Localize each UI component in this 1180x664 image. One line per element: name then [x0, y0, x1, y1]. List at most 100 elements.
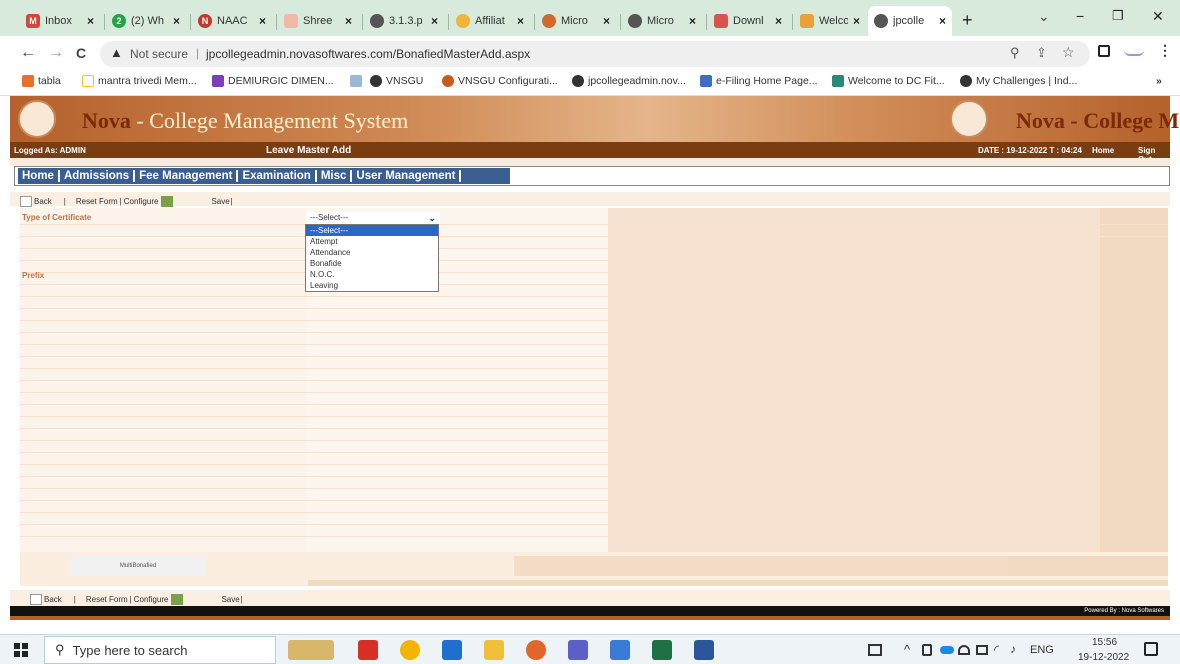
tab-search-chevron-icon[interactable]: ⌄ [1038, 8, 1050, 25]
notification-icon[interactable] [1144, 642, 1158, 656]
tab-close-icon[interactable]: × [431, 14, 438, 28]
option-attempt[interactable]: Attempt [306, 236, 438, 247]
save-button-bottom[interactable]: Save [221, 595, 239, 604]
tray-chevron-icon[interactable]: ^ [904, 642, 910, 657]
home-link[interactable]: Home [1092, 146, 1114, 155]
bookmark-jpcollege[interactable]: jpcollegeadmin.nov... [572, 75, 686, 87]
option-noc[interactable]: N.O.C. [306, 269, 438, 280]
wifi-icon[interactable]: ◜ [994, 642, 999, 658]
tab-micro-2[interactable]: Micro × [622, 6, 702, 36]
star-icon[interactable]: ☆ [1062, 44, 1075, 61]
app-banner: Nova - College Management System Nova - … [10, 96, 1179, 142]
zoom-icon[interactable]: ⚲ [1010, 45, 1020, 61]
close-window-button[interactable]: ✕ [1152, 8, 1164, 25]
file-explorer-icon[interactable] [484, 640, 504, 660]
date-label: DATE : 19-12-2022 T : 04:24 [978, 146, 1082, 155]
tab-inbox[interactable]: M Inbox × [20, 6, 100, 36]
tab-download[interactable]: Downl × [708, 6, 788, 36]
bookmark-challenges[interactable]: My Challenges | Ind... [960, 75, 1077, 87]
profile-icon[interactable] [1124, 46, 1144, 56]
tab-affiliat[interactable]: Affiliat × [450, 6, 530, 36]
clock-date[interactable]: 19-12-2022 [1078, 652, 1129, 663]
back-button[interactable]: Back [34, 197, 52, 206]
minimize-button[interactable]: − [1076, 8, 1084, 24]
acrobat-icon[interactable] [358, 640, 378, 660]
tab-close-icon[interactable]: × [775, 14, 782, 28]
option-select[interactable]: ---Select--- [306, 225, 438, 236]
menu-home[interactable]: Home [18, 170, 60, 182]
tab-micro-1[interactable]: Micro × [536, 6, 616, 36]
menu-misc[interactable]: Misc [317, 170, 353, 182]
reset-form-button-bottom[interactable]: Reset Form [86, 595, 128, 604]
globe-icon [572, 75, 584, 87]
bookmark-vnsgu[interactable]: VNSGU [370, 75, 423, 87]
bookmark-mantra[interactable]: mantra trivedi Mem... [82, 75, 197, 87]
bookmark-demiurgic[interactable]: DEMIURGIC DIMEN... [212, 75, 334, 87]
more-bookmarks-button[interactable]: » [1156, 75, 1162, 87]
tab-close-icon[interactable]: × [345, 14, 352, 28]
menu-admissions[interactable]: Admissions [60, 170, 136, 182]
language-indicator[interactable]: ENG [1030, 644, 1054, 656]
configure-button-bottom[interactable]: Configure [134, 595, 169, 604]
word-icon[interactable] [694, 640, 714, 660]
efiling-icon [700, 75, 712, 87]
option-attendance[interactable]: Attendance [306, 247, 438, 258]
save-button[interactable]: Save [211, 197, 229, 206]
menorah-widget-icon[interactable] [288, 640, 334, 660]
new-tab-button[interactable]: + [962, 10, 973, 31]
excel-icon[interactable] [652, 640, 672, 660]
tab-close-icon[interactable]: × [853, 14, 860, 28]
tab-close-icon[interactable]: × [259, 14, 266, 28]
url-text[interactable]: jpcollegeadmin.novasoftwares.com/Bonafie… [206, 47, 530, 61]
tab-shree[interactable]: Shree × [278, 6, 358, 36]
tab-naac[interactable]: N NAAC × [192, 6, 272, 36]
tab-welcome[interactable]: Welco × [794, 6, 866, 36]
share-icon[interactable]: ⇪ [1036, 45, 1047, 61]
back-button-bottom[interactable]: Back [44, 595, 62, 604]
chrome-icon[interactable] [400, 640, 420, 660]
option-leaving[interactable]: Leaving [306, 280, 438, 291]
back-arrow-icon[interactable]: ← [20, 44, 36, 62]
taskbar-search[interactable]: ⚲ Type here to search [44, 636, 276, 664]
browser-menu-icon[interactable]: ⋮ [1158, 42, 1172, 59]
reading-mode-icon[interactable] [1098, 45, 1110, 57]
college-logo-icon [18, 100, 56, 138]
tab-jpcollege-active[interactable]: jpcolle × [868, 6, 952, 36]
certificate-type-select[interactable]: ---Select--- ⌄ [306, 212, 440, 224]
tab-whatsapp[interactable]: 2 (2) Wh × [106, 6, 186, 36]
menu-fee-management[interactable]: Fee Management [135, 170, 239, 182]
tab-close-icon[interactable]: × [689, 14, 696, 28]
tab-close-icon[interactable]: × [517, 14, 524, 28]
onedrive-icon[interactable] [940, 646, 954, 654]
tab-close-icon[interactable]: × [603, 14, 610, 28]
firefox-icon[interactable] [526, 640, 546, 660]
page-title: Leave Master Add [266, 145, 352, 156]
store-icon[interactable] [442, 640, 462, 660]
tab-close-icon[interactable]: × [939, 14, 946, 28]
device-icon[interactable] [976, 645, 988, 655]
clock-time[interactable]: 15:56 [1092, 637, 1117, 648]
bookmark-doc[interactable] [350, 75, 366, 87]
restore-button[interactable]: ❐ [1112, 8, 1124, 24]
cloud-icon[interactable] [958, 645, 970, 655]
address-bar[interactable]: ▲ Not secure | jpcollegeadmin.novasoftwa… [100, 41, 1090, 67]
bookmark-tabla[interactable]: tabla [22, 75, 61, 87]
bookmark-dcfit[interactable]: Welcome to DC Fit... [832, 75, 945, 87]
reload-icon[interactable]: C [76, 45, 86, 61]
teams-icon[interactable] [568, 640, 588, 660]
menu-examination[interactable]: Examination [238, 170, 317, 182]
speaker-icon[interactable]: ♪ [1010, 642, 1016, 656]
reset-form-button[interactable]: Reset Form [76, 197, 118, 206]
option-bonafide[interactable]: Bonafide [306, 258, 438, 269]
display-icon[interactable] [868, 644, 882, 656]
tab-313[interactable]: 3.1.3.p × [364, 6, 444, 36]
tab-close-icon[interactable]: × [173, 14, 180, 28]
menu-user-management[interactable]: User Management [352, 170, 462, 182]
forward-arrow-icon[interactable]: → [48, 44, 64, 62]
windows-start-icon[interactable] [14, 643, 28, 657]
bookmark-vnsgu-config[interactable]: VNSGU Configurati... [442, 75, 558, 87]
bookmark-efiling[interactable]: e-Filing Home Page... [700, 75, 818, 87]
app-icon[interactable] [610, 640, 630, 660]
tab-close-icon[interactable]: × [87, 14, 94, 28]
configure-button[interactable]: Configure [124, 197, 159, 206]
